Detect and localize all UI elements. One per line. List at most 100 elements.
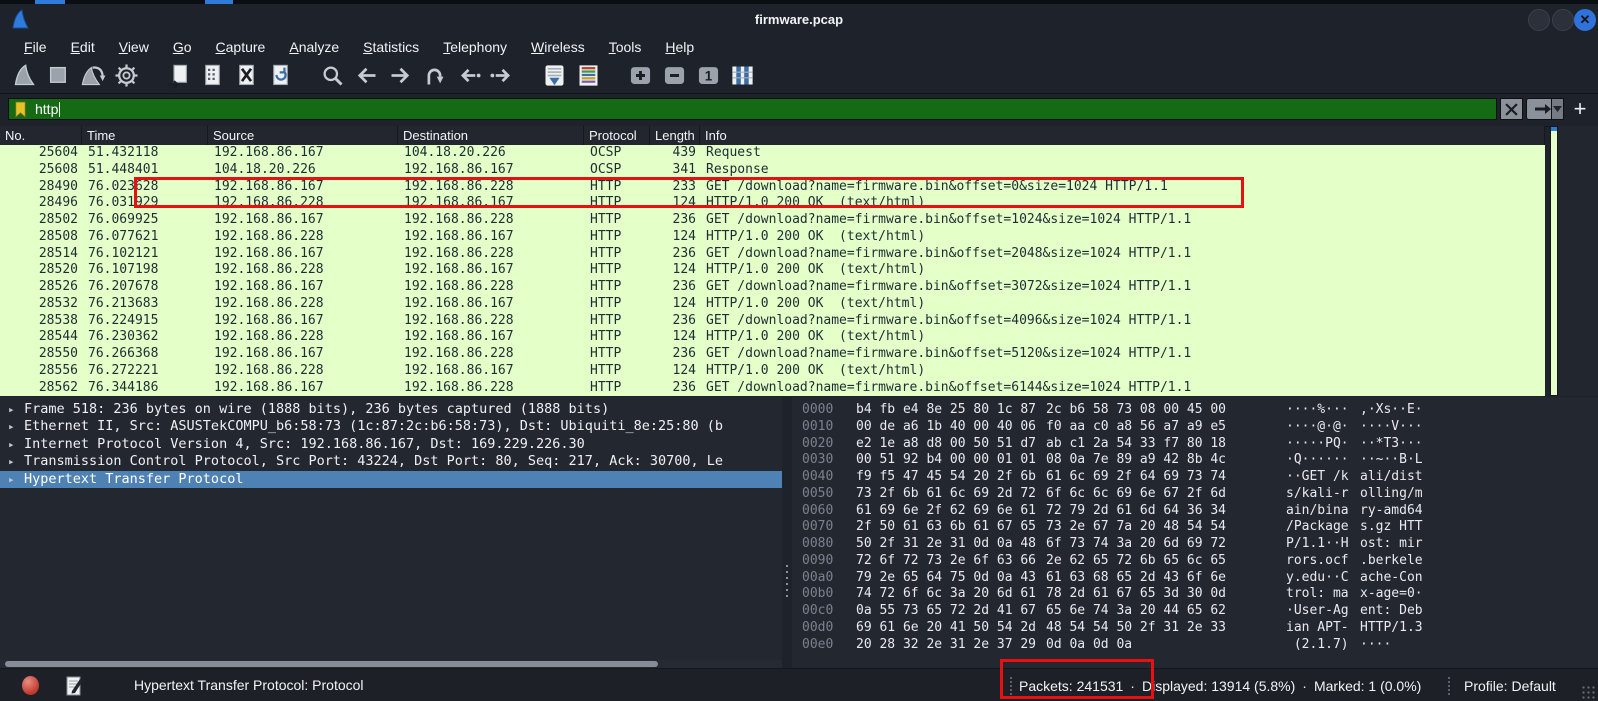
close-file-icon[interactable] [230,61,262,91]
next-packet-icon[interactable] [486,61,518,91]
packet-row[interactable]: 2852076.107198192.168.86.228192.168.86.1… [0,262,1545,279]
hex-line[interactable]: 00b074 72 6f 6c 3a 20 6d 6178 2d 61 67 6… [792,586,1598,603]
expand-arrow-icon[interactable]: ▸ [8,471,15,488]
display-filter-input[interactable]: http [8,98,1497,120]
detail-line[interactable]: ▸Internet Protocol Version 4, Src: 192.1… [0,436,782,453]
column-header-info[interactable]: Info [700,126,1545,145]
expand-arrow-icon[interactable]: ▸ [8,436,15,453]
reload-file-icon[interactable] [264,61,296,91]
maximize-button[interactable] [1552,9,1574,31]
restart-capture-icon[interactable] [76,61,108,91]
menu-tools[interactable]: Tools [599,38,652,56]
hex-line[interactable]: 00d069 61 6e 20 41 50 54 2d48 54 54 50 2… [792,620,1598,637]
capture-comment-icon[interactable] [66,676,83,699]
minimize-button[interactable] [1528,9,1550,31]
filter-add-button[interactable]: + [1568,95,1592,123]
go-back-icon[interactable] [350,61,382,91]
go-forward-icon[interactable] [384,61,416,91]
find-packet-icon[interactable] [316,61,348,91]
pane-splitter[interactable] [782,397,792,670]
menu-go[interactable]: Go [163,38,202,56]
zoom-in-icon[interactable] [624,61,656,91]
filter-dropdown-button[interactable] [1551,98,1564,120]
profile-area[interactable]: Profile: Default [1448,677,1556,695]
packet-row[interactable]: 2854476.230362192.168.86.228192.168.86.1… [0,329,1545,346]
filter-clear-button[interactable] [1500,98,1523,120]
hex-line[interactable]: 0040f9 f5 47 45 54 20 2f 6b61 6c 69 2f 6… [792,469,1598,486]
text-caret [59,102,60,117]
detail-line[interactable]: ▸Frame 518: 236 bytes on wire (1888 bits… [0,401,782,418]
packet-row[interactable]: 2850876.077621192.168.86.228192.168.86.1… [0,229,1545,246]
resize-columns-icon[interactable] [726,61,758,91]
packet-row[interactable]: 2849076.023628192.168.86.167192.168.86.2… [0,179,1545,196]
hex-line[interactable]: 003000 51 92 b4 00 00 01 0108 0a 7e 89 a… [792,452,1598,469]
detail-horizontal-scrollbar[interactable] [0,660,782,668]
hex-line[interactable]: 009072 6f 72 73 2e 6f 63 662e 62 65 72 6… [792,553,1598,570]
zoom-original-icon[interactable]: 1 [692,61,724,91]
open-file-icon[interactable] [162,61,194,91]
packet-list-minimap[interactable] [1550,126,1558,396]
packet-row[interactable]: 2851476.102121192.168.86.167192.168.86.2… [0,246,1545,263]
capture-options-icon[interactable] [110,61,142,91]
packet-row[interactable]: 2853276.213683192.168.86.228192.168.86.1… [0,296,1545,313]
expand-arrow-icon[interactable]: ▸ [8,453,15,470]
menu-statistics[interactable]: Statistics [353,38,429,56]
previous-packet-icon[interactable] [452,61,484,91]
scrollbar-handle[interactable] [5,661,658,667]
hex-line[interactable]: 0000b4 fb e4 8e 25 80 1c 872c b6 58 73 0… [792,402,1598,419]
hex-line[interactable]: 00e020 28 32 2e 31 2e 37 290d 0a 0d 0a (… [792,637,1598,654]
packet-row[interactable]: 2849676.031929192.168.86.228192.168.86.1… [0,195,1545,212]
expand-arrow-icon[interactable]: ▸ [8,418,15,435]
packet-row[interactable]: 2850276.069925192.168.86.167192.168.86.2… [0,212,1545,229]
packet-row[interactable]: 2855676.272221192.168.86.228192.168.86.1… [0,363,1545,380]
detail-line[interactable]: ▸Hypertext Transfer Protocol [0,471,782,488]
hex-line[interactable]: 00a079 2e 65 64 75 0d 0a 4361 63 68 65 2… [792,570,1598,587]
packet-row[interactable]: 2852676.207678192.168.86.167192.168.86.2… [0,279,1545,296]
expand-arrow-icon[interactable]: ▸ [8,401,15,418]
zoom-out-icon[interactable] [658,61,690,91]
packet-cell-no: 28490 [0,179,82,196]
go-to-packet-icon[interactable] [418,61,450,91]
column-header-destination[interactable]: Destination [398,126,584,145]
close-button[interactable]: ✕ [1574,9,1596,31]
hex-line[interactable]: 006061 69 6e 2f 62 69 6e 6172 79 2d 61 6… [792,503,1598,520]
hex-line[interactable]: 00c00a 55 73 65 72 2d 41 6765 6e 74 3a 2… [792,603,1598,620]
start-capture-icon[interactable] [8,61,40,91]
menu-telephony[interactable]: Telephony [433,38,517,56]
detail-line[interactable]: ▸Transmission Control Protocol, Src Port… [0,453,782,470]
resize-grip-icon[interactable] [1582,686,1596,700]
hex-offset: 0020 [802,436,833,453]
hex-line[interactable]: 0020e2 1e a8 d8 00 50 51 d7ab c1 2a 54 3… [792,436,1598,453]
hex-line[interactable]: 005073 2f 6b 61 6c 69 2d 726f 6c 6c 69 6… [792,486,1598,503]
profile-label[interactable]: Profile: Default [1464,678,1556,694]
column-header-no[interactable]: No. [0,126,82,145]
hex-line[interactable]: 001000 de a6 1b 40 00 40 06f0 aa c0 a8 5… [792,419,1598,436]
packet-row[interactable]: 2856276.344186192.168.86.167192.168.86.2… [0,380,1545,397]
expert-info-icon[interactable] [22,676,39,695]
menu-file[interactable]: File [14,38,57,56]
menu-edit[interactable]: Edit [61,38,105,56]
auto-scroll-icon[interactable] [538,61,570,91]
menu-wireless[interactable]: Wireless [521,38,595,56]
packet-row[interactable]: 2853876.224915192.168.86.167192.168.86.2… [0,313,1545,330]
hex-line[interactable]: 008050 2f 31 2e 31 0d 0a 486f 73 74 3a 2… [792,536,1598,553]
save-file-icon[interactable] [196,61,228,91]
column-header-protocol[interactable]: Protocol [584,126,650,145]
column-header-length[interactable]: Length [650,126,700,145]
menu-view[interactable]: View [109,38,159,56]
column-header-source[interactable]: Source [208,126,398,145]
packet-row[interactable]: 2560451.432118192.168.86.167104.18.20.22… [0,145,1545,162]
colorize-icon[interactable] [572,61,604,91]
stop-capture-icon[interactable] [42,61,74,91]
menu-capture[interactable]: Capture [206,38,276,56]
hex-offset: 0000 [802,402,833,419]
packet-list-scrollbar[interactable] [1558,126,1598,396]
packet-row[interactable]: 2855076.266368192.168.86.167192.168.86.2… [0,346,1545,363]
hex-line[interactable]: 00702f 50 61 63 6b 61 67 6573 2e 67 7a 2… [792,519,1598,536]
filter-bookmark-icon[interactable] [14,101,27,118]
column-header-time[interactable]: Time [82,126,208,145]
menu-help[interactable]: Help [655,38,704,56]
menu-analyze[interactable]: Analyze [279,38,349,56]
detail-line[interactable]: ▸Ethernet II, Src: ASUSTekCOMPU_b6:58:73… [0,418,782,435]
packet-row[interactable]: 2560851.448401104.18.20.226192.168.86.16… [0,162,1545,179]
